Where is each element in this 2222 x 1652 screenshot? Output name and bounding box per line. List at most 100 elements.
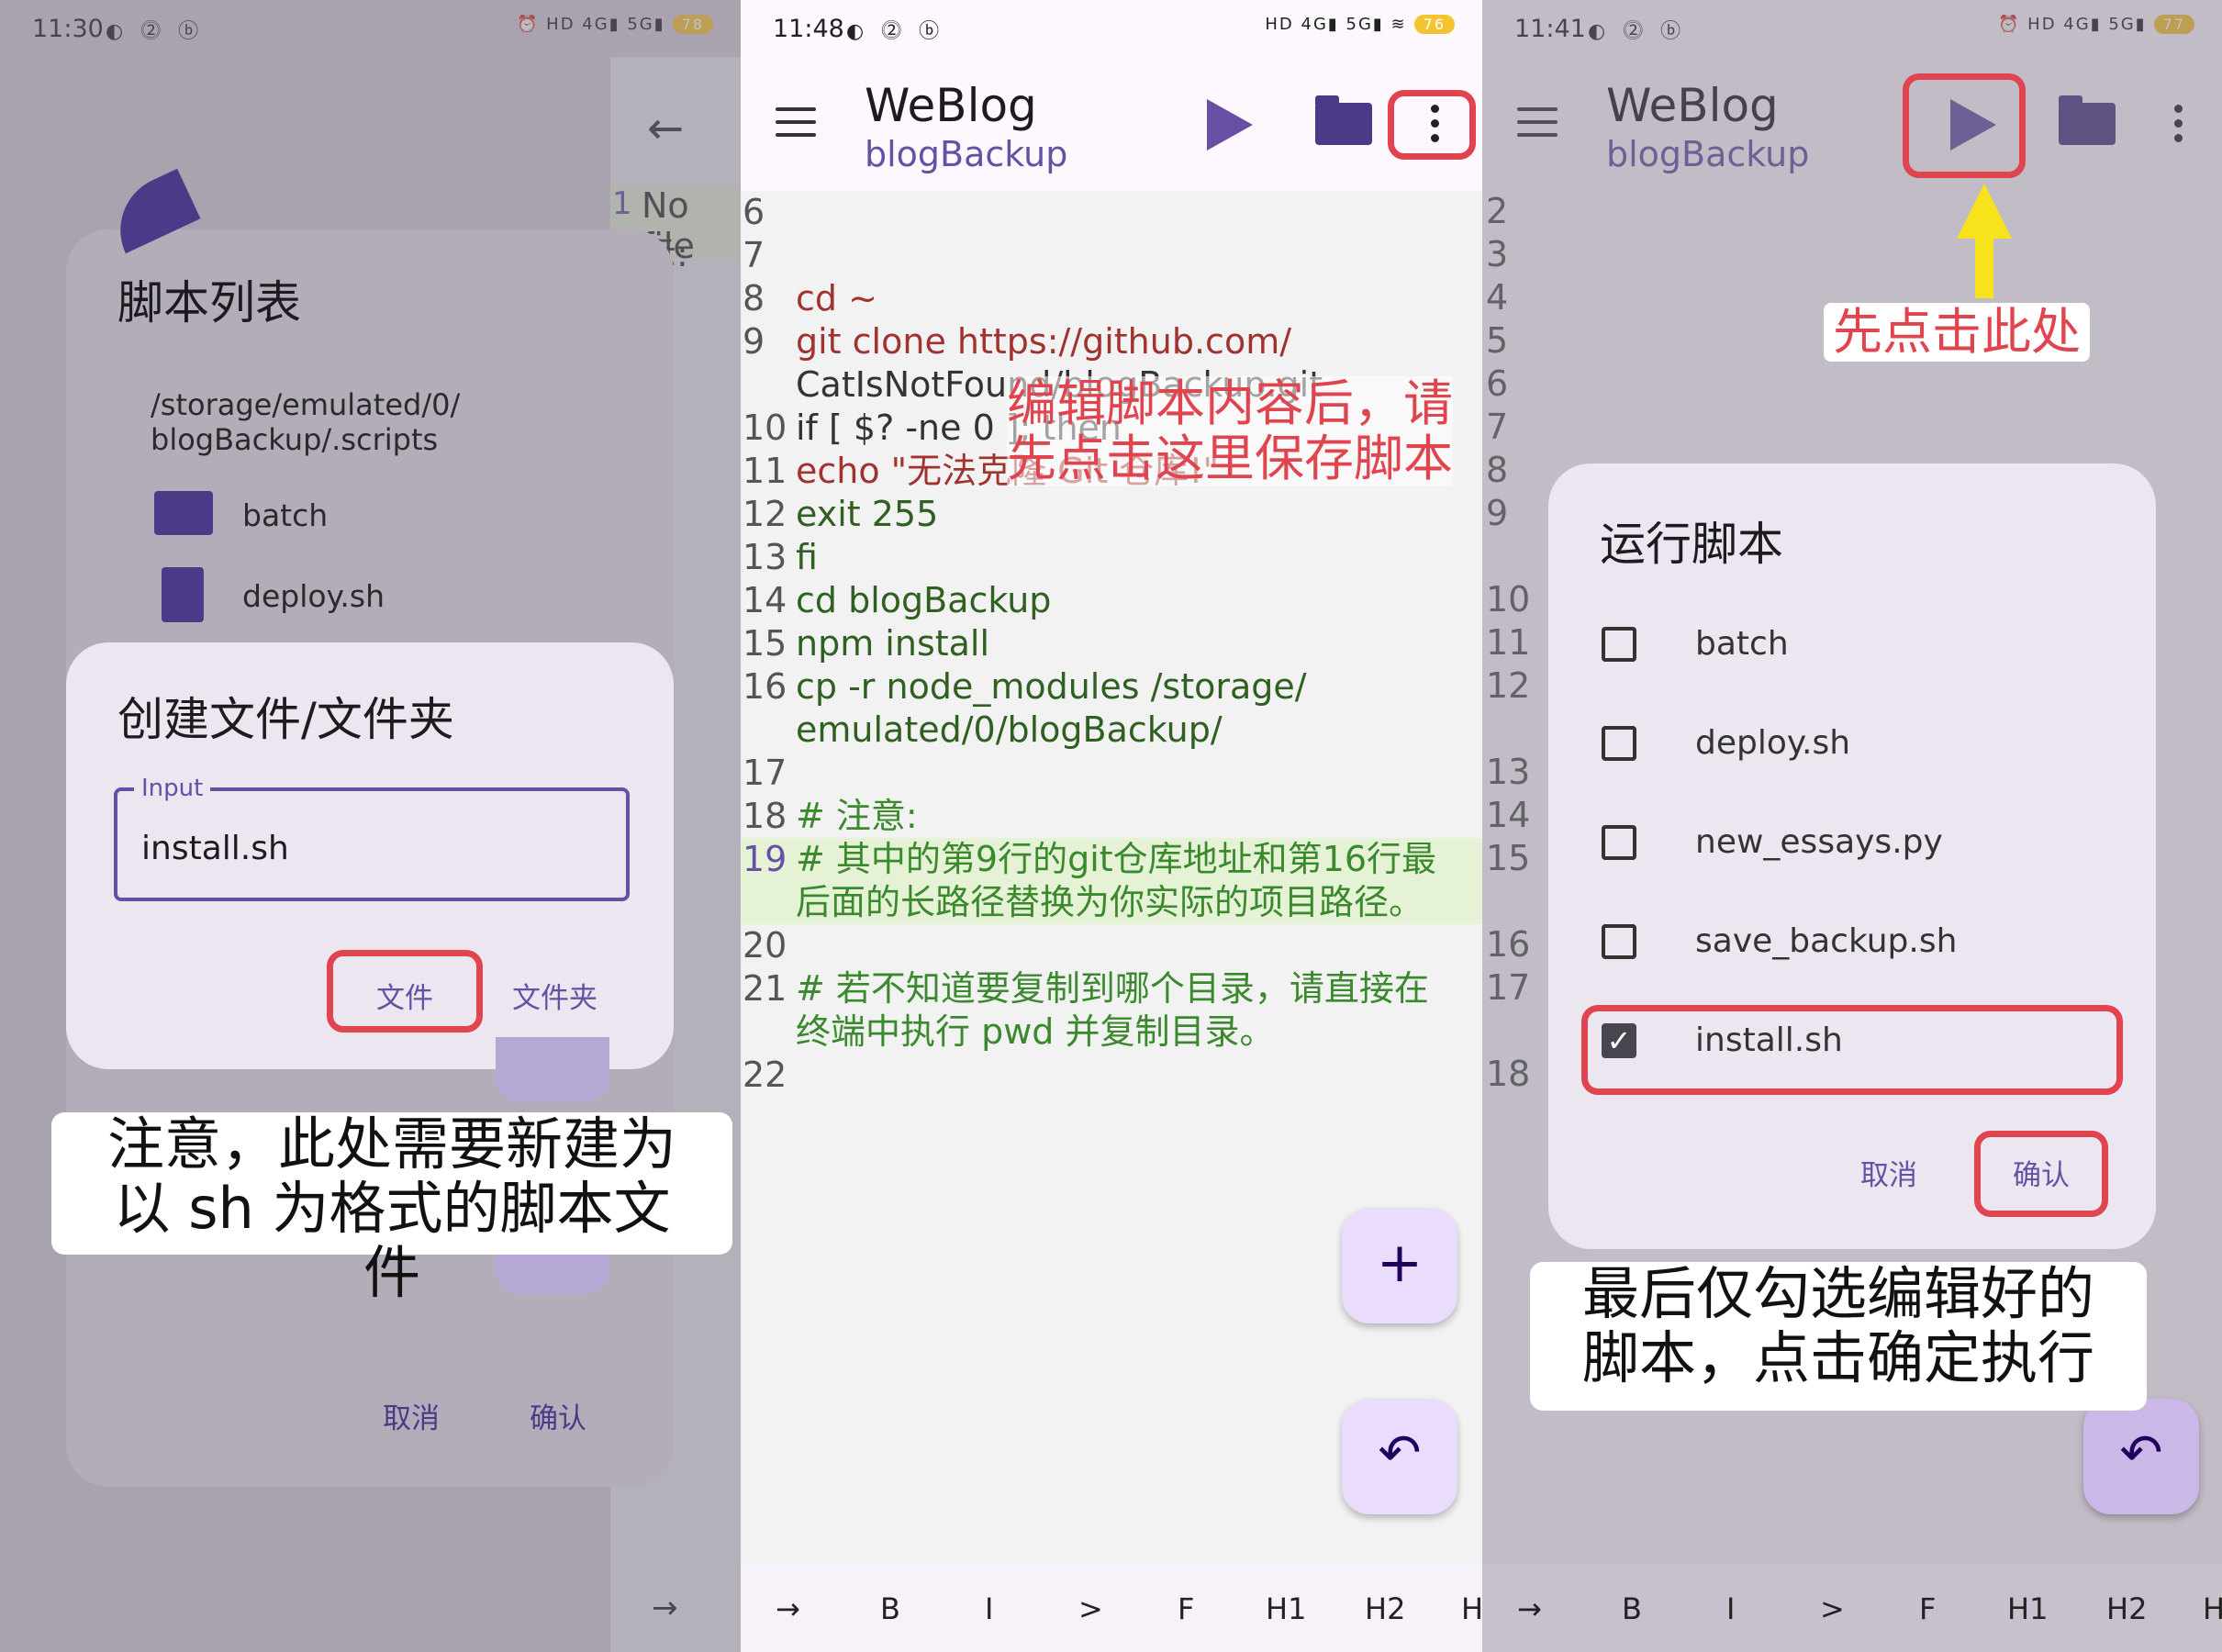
toolbar-italic[interactable]: I [1726, 1591, 1735, 1626]
run-annotation: 先点击此处 [1824, 303, 2090, 362]
line-number: 19 [743, 839, 787, 879]
code-line: 18 # 注意: [741, 795, 1482, 838]
arrow-line [1975, 234, 1993, 298]
code-line: 16 cp -r node_modules /storage/ [741, 665, 1482, 709]
checkbox-icon[interactable] [1602, 627, 1636, 662]
line-text: exit 255 [796, 494, 939, 534]
code-line: 7 [741, 234, 1482, 277]
script-option-label[interactable]: deploy.sh [1695, 724, 1850, 762]
cancel-button[interactable]: 取消 [383, 1395, 440, 1436]
line-text: cd blogBackup [796, 580, 1052, 620]
line-number: 17 [743, 753, 787, 793]
checkbox-icon[interactable] [1602, 924, 1636, 959]
toolbar-h1[interactable]: H1 [1266, 1591, 1306, 1626]
note-callout: 注意，此处需要新建为 以 sh 为格式的脚本文 件 [51, 1112, 732, 1305]
final-callout: 最后仅勾选编辑好的 脚本，点击确定执行 [1530, 1262, 2147, 1411]
code-line: 15 npm install [741, 622, 1482, 665]
line-text: cd ~ [796, 278, 877, 318]
list-item-batch[interactable]: batch [242, 497, 328, 533]
folder-icon [154, 491, 213, 535]
toolbar-quote[interactable]: > [1820, 1591, 1845, 1626]
toolbar-f[interactable]: F [1178, 1591, 1194, 1626]
line-number: 10 [743, 407, 787, 448]
toolbar-h2[interactable]: H2 [1365, 1591, 1405, 1626]
script-option-label[interactable]: new_essays.py [1695, 823, 1943, 861]
code-line: emulated/0/blogBackup/ [741, 709, 1482, 752]
line-number: 8 [743, 278, 765, 318]
line-number: 16 [743, 666, 787, 707]
code-line: 8 cd ~ [741, 277, 1482, 320]
code-line: 21 # 若不知道要复制到哪个目录，请直接在 [741, 967, 1482, 1010]
line-text: git clone https://github.com/ [796, 321, 1292, 362]
line-number: 7 [743, 235, 765, 275]
line-text: 后面的长路径替换为你实际的项目路径。 [796, 882, 1424, 922]
highlight-confirm-button [1974, 1131, 2108, 1217]
panel-run-script: 11:41 ◐ ⓶ ⓑ ⏰ HD 4G▮ 5G▮ 77 WeBlog blogBa… [1482, 0, 2222, 1652]
line-number: 6 [743, 192, 765, 232]
checkbox-icon[interactable] [1602, 726, 1636, 761]
toolbar-bold[interactable]: B [1622, 1591, 1642, 1626]
undo-button[interactable]: ↶ [2083, 1399, 2199, 1514]
status-right-icons: HD 4G▮ 5G▮ ≋ 76 [1265, 15, 1455, 34]
line-text: 终端中执行 pwd 并复制目录。 [796, 1011, 1275, 1052]
toolbar-bold[interactable]: B [880, 1591, 900, 1626]
line-number: 22 [743, 1055, 787, 1095]
line-text: npm install [796, 623, 990, 664]
code-line: 13 fi [741, 536, 1482, 579]
code-line: 22 [741, 1054, 1482, 1097]
code-line: 12 exit 255 [741, 493, 1482, 536]
toolbar-h[interactable]: H [1461, 1591, 1482, 1626]
script-option-label[interactable]: save_backup.sh [1695, 922, 1957, 960]
toolbar-h2[interactable]: H2 [2106, 1591, 2147, 1626]
scripts-path: /storage/emulated/0/ blogBackup/.scripts [151, 387, 461, 457]
code-line: 终端中执行 pwd 并复制目录。 [741, 1010, 1482, 1054]
line-text: # 其中的第9行的git仓库地址和第16行最 [796, 839, 1437, 879]
toolbar-quote[interactable]: > [1078, 1591, 1103, 1626]
line-number: 18 [743, 796, 787, 836]
line-text: emulated/0/blogBackup/ [796, 709, 1223, 750]
cancel-button[interactable]: 取消 [1860, 1152, 1917, 1193]
status-time: 11:48 [773, 15, 844, 43]
menu-icon[interactable] [776, 107, 816, 137]
undo-button[interactable]: ↶ [1342, 1399, 1457, 1514]
toolbar-tab[interactable]: → [776, 1591, 800, 1626]
folder-button[interactable]: 文件夹 [512, 975, 597, 1016]
code-line: 14 cd blogBackup [741, 579, 1482, 622]
confirm-button[interactable]: 确认 [530, 1395, 586, 1436]
format-toolbar: → B I > F H1 H2 H [1482, 1564, 2222, 1652]
code-line: 17 [741, 752, 1482, 795]
toolbar-h1[interactable]: H1 [2007, 1591, 2048, 1626]
line-number: 11 [743, 451, 787, 491]
code-line: 9 git clone https://github.com/ [741, 320, 1482, 363]
add-button[interactable]: + [1342, 1208, 1457, 1323]
checkbox-icon[interactable] [1602, 825, 1636, 860]
line-number: 20 [743, 925, 787, 966]
toolbar-f[interactable]: F [1919, 1591, 1936, 1626]
folder-icon[interactable] [1315, 95, 1372, 145]
toolbar-h[interactable]: H [2203, 1591, 2222, 1626]
list-item-deploy[interactable]: deploy.sh [242, 578, 385, 614]
line-text: fi [796, 537, 818, 577]
line-text: # 注意: [796, 796, 918, 836]
highlight-run-button [1903, 73, 2026, 178]
line-text: cp -r node_modules /storage/ [796, 666, 1307, 707]
app-bar: WeBlog blogBackup [741, 57, 1482, 191]
script-option-label[interactable]: batch [1695, 625, 1789, 663]
create-dialog-title: 创建文件/文件夹 [117, 693, 454, 746]
code-line: 20 [741, 924, 1482, 967]
toolbar-italic[interactable]: I [985, 1591, 993, 1626]
line-number: 15 [743, 623, 787, 664]
save-annotation: 编辑脚本内容后，请 先点击这里保存脚本 [1007, 374, 1453, 487]
app-subtitle: blogBackup [865, 134, 1068, 174]
run-icon[interactable] [1207, 99, 1253, 151]
dialog-title: 脚本列表 [117, 276, 301, 329]
line-number: 13 [743, 537, 787, 577]
run-dialog-title: 运行脚本 [1600, 518, 1783, 571]
line-number: 14 [743, 580, 787, 620]
input-label: Input [134, 775, 211, 802]
line-text: # 若不知道要复制到哪个目录，请直接在 [796, 968, 1429, 1009]
filename-input[interactable]: Input install.sh [114, 775, 630, 901]
file-icon [162, 567, 204, 622]
battery-indicator: 76 [1413, 15, 1455, 34]
toolbar-tab[interactable]: → [1517, 1591, 1542, 1626]
